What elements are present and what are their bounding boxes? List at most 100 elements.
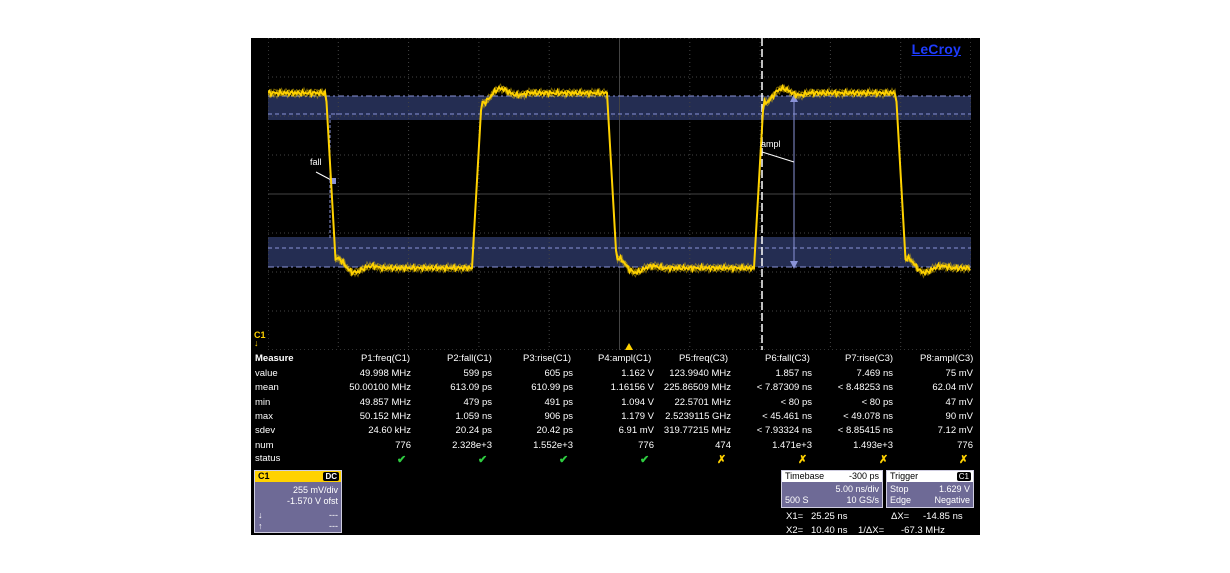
measure-cell: 1.179 V [621, 410, 654, 422]
measure-cell: 776 [957, 439, 973, 451]
column-header[interactable]: P1:freq(C1) [361, 353, 410, 364]
measure-row-value: value 49.998 MHz 599 ps 605 ps 1.162 V 123.99… [251, 368, 980, 382]
measure-cell: 776 [638, 439, 654, 451]
measure-cell: 906 ps [544, 410, 573, 422]
measure-cell: 319.77215 MHz [663, 425, 731, 437]
measure-row-sdev: sdev 24.60 kHz 20.24 ps 20.42 ps 6.91 mV 319.… [251, 425, 980, 439]
measure-cell: < 7.93324 ns [756, 425, 812, 437]
measure-cell: < 80 ps [861, 396, 893, 408]
measure-cell: 22.5701 MHz [674, 396, 731, 408]
measure-cell: 776 [395, 439, 411, 451]
trigger-panel[interactable]: Trigger C1 Stop 1.629 V Edge Negative [886, 470, 974, 508]
measure-cell: 2.5239115 GHz [665, 410, 731, 422]
measure-cell: 50.00100 MHz [349, 382, 411, 394]
measure-row-max: max 50.152 MHz 1.059 ns 906 ps 1.179 V 2.5239… [251, 411, 980, 425]
measure-cell: 49.998 MHz [359, 368, 411, 379]
timebase-scale: 5.00 ns/div [835, 484, 879, 494]
measure-cell: 123.9940 MHz [669, 368, 731, 379]
channel-offset: -1.570 V ofst [286, 496, 338, 506]
check-icon: ✔ [559, 454, 569, 466]
channel-name: C1 [258, 471, 270, 481]
measure-row-min: min 49.857 MHz 479 ps 491 ps 1.094 V 22.5701 … [251, 397, 980, 411]
measure-cell: 1.16156 V [610, 382, 654, 394]
channel-ground-marker[interactable]: C1 ↓ [254, 331, 266, 348]
check-icon: ✔ [478, 454, 488, 466]
measure-cell: 1.059 ns [455, 410, 492, 422]
trigger-level: 1.629 V [938, 484, 970, 494]
measure-cell: 1.094 V [621, 396, 654, 408]
trigger-mode: Stop [890, 484, 909, 494]
cursor-x2-value: 10.40 ns [811, 525, 848, 535]
measure-cell: 7.12 mV [937, 425, 973, 437]
timebase-panel[interactable]: Timebase -300 ps 5.00 ns/div 500 S 10 GS… [781, 470, 883, 508]
measure-cell: 225.86509 MHz [663, 382, 731, 394]
waveform-grid[interactable]: fall ampl LeCroy [268, 38, 971, 350]
trigger-header: Trigger C1 [887, 471, 973, 482]
timebase-rate: 10 GS/s [846, 495, 879, 505]
measure-cell: 20.42 ps [536, 425, 573, 437]
down-arrow-icon: ↓ [258, 510, 263, 520]
warning-icon: ✗ [798, 454, 808, 466]
row-label: value [255, 368, 278, 379]
channel-down-value: --- [329, 510, 338, 520]
warning-icon: ✗ [717, 454, 727, 466]
row-label: num [255, 439, 274, 451]
ampl-pointer [761, 151, 795, 163]
measure-cell: 50.152 MHz [359, 410, 411, 422]
timebase-samples: 500 S [785, 495, 809, 505]
up-arrow-icon: ↑ [258, 521, 263, 531]
check-icon: ✔ [640, 454, 650, 466]
cursor-dx-label: ΔX= [891, 511, 910, 522]
measure-cell: 613.09 ps [450, 382, 492, 394]
trigger-title: Trigger [890, 471, 919, 481]
measure-header-row: Measure P1:freq(C1) P2:fall(C1) P3:rise(… [251, 353, 980, 367]
cursor-x1-value: 25.25 ns [811, 511, 848, 522]
grid-lines [268, 38, 971, 350]
channel-up-value: --- [329, 521, 338, 531]
cursor-inv-dx-value: -67.3 MHz [901, 525, 945, 535]
row-label: mean [255, 382, 279, 394]
trigger-type: Edge [890, 495, 912, 505]
channel-c1-panel[interactable]: C1 DC 255 mV/div -1.570 V ofst ↓ --- ↑ -… [254, 470, 342, 533]
cursor-inv-dx-label: 1/ΔX= [858, 525, 885, 535]
measure-cell: 20.24 ps [455, 425, 492, 437]
column-header[interactable]: P5:freq(C3) [679, 353, 728, 364]
measure-cell: 24.60 kHz [368, 425, 411, 437]
measure-cell: 2.328e+3 [452, 439, 492, 451]
measure-cell: 1.552e+3 [533, 439, 573, 451]
warning-icon: ✗ [959, 454, 969, 466]
measure-cell: < 8.85415 ns [837, 425, 893, 437]
column-header[interactable]: P6:fall(C3) [765, 353, 810, 364]
measure-title: Measure [255, 353, 294, 364]
measure-cell: 1.857 ns [775, 368, 812, 379]
measure-cell: < 80 ps [780, 396, 812, 408]
timebase-delay: -300 ps [848, 471, 879, 481]
row-label: max [255, 410, 273, 422]
waveform-plot [268, 38, 971, 350]
timebase-header: Timebase -300 ps [782, 471, 882, 482]
measure-cell: < 49.078 ns [843, 410, 893, 422]
column-header[interactable]: P7:rise(C3) [845, 353, 893, 364]
measure-row-num: num 776 2.328e+3 1.552e+3 776 474 1.471e+3 1.49… [251, 440, 980, 454]
channel-scale: 255 mV/div [292, 485, 338, 495]
trigger-slope: Negative [934, 495, 970, 505]
measure-cell: < 45.461 ns [762, 410, 812, 422]
column-header[interactable]: P2:fall(C1) [447, 353, 492, 364]
column-header[interactable]: P3:rise(C1) [523, 353, 571, 364]
measure-cell: 1.471e+3 [772, 439, 812, 451]
trigger-source-badge: C1 [956, 472, 971, 481]
measure-cell: 1.493e+3 [853, 439, 893, 451]
measure-cell: 479 ps [463, 396, 492, 408]
channel-panel-header: C1 DC [255, 471, 341, 482]
measure-cell: 75 mV [945, 368, 973, 379]
trigger-position-icon[interactable] [625, 343, 633, 350]
coupling-badge: DC [323, 472, 339, 481]
timebase-title: Timebase [785, 471, 825, 481]
column-header[interactable]: P8:ampl(C3) [920, 353, 973, 364]
measure-cell: < 7.87309 ns [756, 382, 812, 394]
measure-cell: 7.469 ns [856, 368, 893, 379]
ampl-label: ampl [761, 139, 781, 149]
measure-cell: 610.99 ps [531, 382, 573, 394]
column-header[interactable]: P4:ampl(C1) [598, 353, 651, 364]
measure-cell: 491 ps [544, 396, 573, 408]
